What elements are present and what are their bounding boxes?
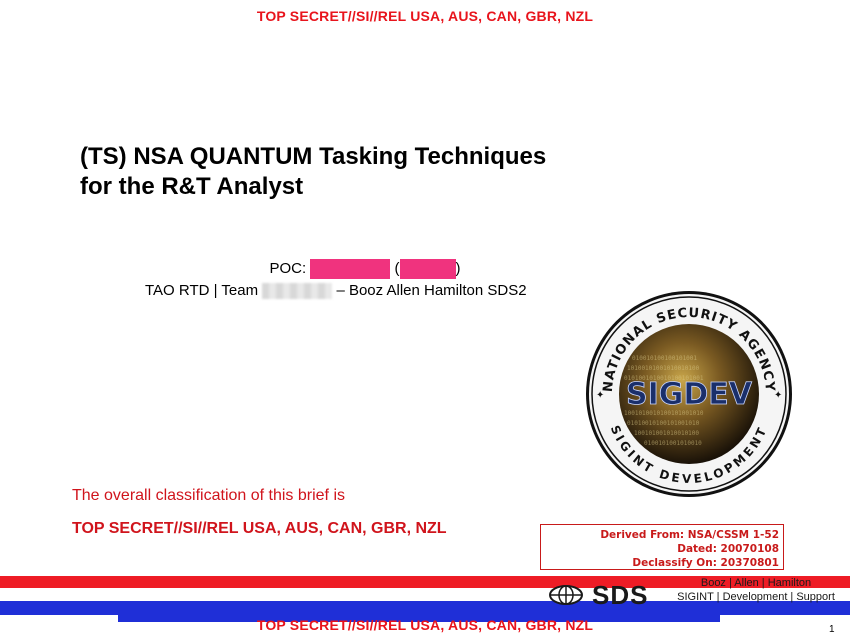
- sigdev-seal-logo: 010010100100101001 10100101001010010100 …: [586, 291, 792, 497]
- poc-contact-redaction: [399, 259, 456, 279]
- team-name-blur-redaction: [262, 283, 333, 300]
- svg-text:✦: ✦: [596, 390, 604, 401]
- globe-icon: [549, 585, 583, 605]
- derived-from-box: Derived From: NSA/CSSM 1-52 Dated: 20070…: [540, 524, 784, 570]
- page-number: 1: [829, 624, 835, 635]
- poc-close-paren: ): [455, 259, 461, 277]
- declassify-line: Declassify On: 20370801: [632, 557, 779, 569]
- svg-text:100101001010010100: 100101001010010100: [634, 430, 699, 437]
- footer-org-text: Booz | Allen | Hamilton SIGINT | Develop…: [666, 576, 846, 604]
- team-prefix: TAO RTD | Team: [145, 282, 259, 299]
- sigint-support-line: SIGINT | Development | Support: [677, 591, 835, 603]
- sds-logo-text: SDS: [592, 580, 649, 610]
- svg-text:✦: ✦: [774, 390, 782, 401]
- dated-line: Dated: 20070108: [677, 543, 779, 555]
- poc-name-redaction: [310, 259, 391, 279]
- slide-title: (TS) NSA QUANTUM Tasking Techniques for …: [80, 142, 680, 202]
- svg-text:01010010100101001010: 01010010100101001010: [627, 420, 700, 427]
- title-line-2: for the R&T Analyst: [80, 173, 304, 200]
- svg-text:0100101001010010: 0100101001010010: [644, 440, 702, 447]
- classification-banner-bottom: TOP SECRET//SI//REL USA, AUS, CAN, GBR, …: [256, 617, 594, 633]
- svg-text:10100101001010010100: 10100101001010010100: [627, 365, 700, 372]
- overall-classification-statement: The overall classification of this brief…: [72, 487, 345, 504]
- svg-text:010010100100101001: 010010100100101001: [632, 355, 697, 362]
- team-suffix: – Booz Allen Hamilton SDS2: [336, 282, 527, 299]
- overall-classification-level: TOP SECRET//SI//REL USA, AUS, CAN, GBR, …: [72, 520, 447, 537]
- title-line-1: (TS) NSA QUANTUM Tasking Techniques: [80, 143, 547, 170]
- classification-banner-top: TOP SECRET//SI//REL USA, AUS, CAN, GBR, …: [256, 8, 594, 24]
- booz-allen-line: Booz | Allen | Hamilton: [700, 577, 812, 589]
- derived-from-line: Derived From: NSA/CSSM 1-52: [600, 529, 779, 541]
- poc-label: POC:: [269, 259, 307, 277]
- seal-center-text: SIGDEV: [626, 377, 753, 412]
- poc-line: POC: (): [0, 259, 730, 279]
- team-line: TAO RTD | Team – Booz Allen Hamilton SDS…: [145, 282, 527, 300]
